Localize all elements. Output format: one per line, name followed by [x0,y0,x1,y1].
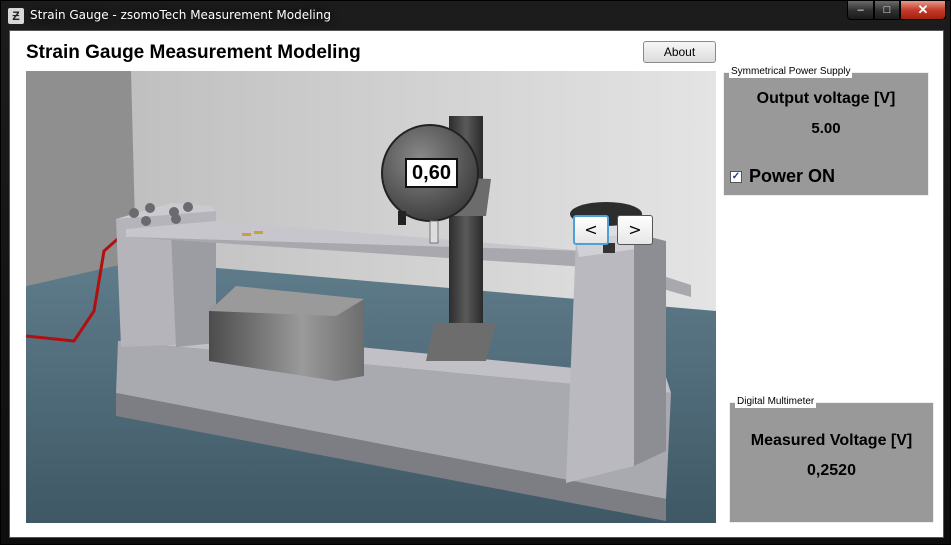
multimeter-caption: Digital Multimeter [735,395,817,408]
power-supply-panel: Symmetrical Power Supply Output voltage … [723,65,929,196]
about-button[interactable]: About [643,41,716,63]
minimize-button[interactable]: – [847,1,874,20]
power-on-checkbox[interactable]: ✓ [730,171,742,183]
close-button[interactable]: ✕ [900,1,946,20]
measured-voltage-label: Measured Voltage [V] [750,432,913,449]
app-logo-icon: Ƶ [8,8,24,24]
window-controls: – □ ✕ [847,1,946,21]
right-support [566,233,634,483]
strain-gauge-2 [254,231,263,234]
app-window: Ƶ Strain Gauge - zsomoTech Measurement M… [0,0,951,545]
output-voltage-value[interactable]: 5.00 [724,120,928,137]
multimeter-panel: Digital Multimeter Measured Voltage [V] … [729,395,934,523]
dial-reading-display: 0,60 [405,158,458,188]
power-on-label[interactable]: Power ON [749,166,835,187]
dial-plunger [429,220,439,244]
strain-gauge-1 [242,233,251,236]
window-title: Strain Gauge - zsomoTech Measurement Mod… [30,8,331,22]
strain-gauge-rig-scene [26,71,716,523]
prev-view-button[interactable]: < [573,215,609,245]
title-bar[interactable]: Ƶ Strain Gauge - zsomoTech Measurement M… [1,1,951,30]
measured-voltage-value: 0,2520 [807,462,856,479]
page-title: Strain Gauge Measurement Modeling [26,42,361,63]
next-view-button[interactable]: > [617,215,653,245]
client-area: Strain Gauge Measurement Modeling About [9,30,944,538]
power-supply-caption: Symmetrical Power Supply [729,65,853,78]
output-voltage-label: Output voltage [V] [756,90,896,107]
maximize-button[interactable]: □ [874,1,900,20]
3d-scene-view[interactable]: 0,60 < > [26,71,716,523]
